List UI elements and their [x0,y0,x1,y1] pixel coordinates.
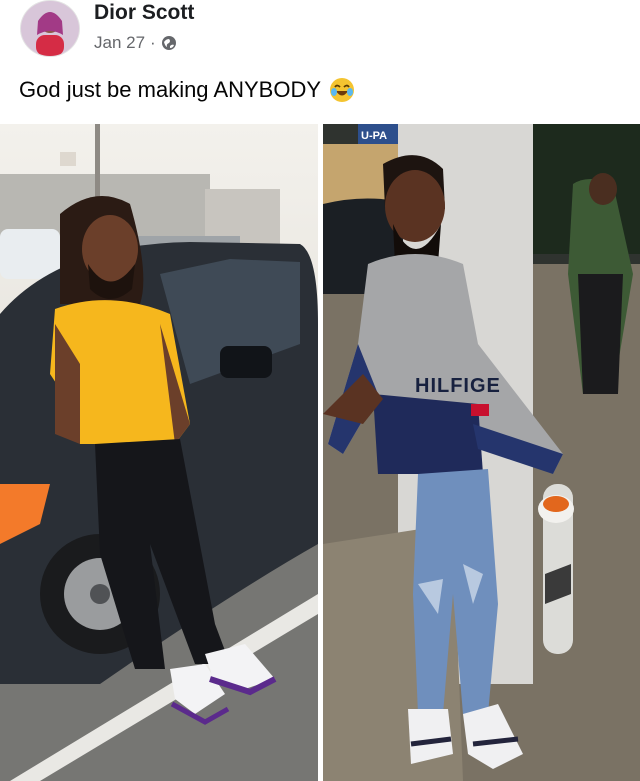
post-header: Dior Scott Jan 27 · [0,0,640,70]
post-text: God just be making ANYBODY [19,77,355,103]
avatar[interactable] [20,0,80,57]
photo-right[interactable]: U-PA HILFIGE [323,124,640,781]
post-date[interactable]: Jan 27 [94,33,145,53]
sign-text: U-PA [361,130,387,142]
photo-left[interactable] [0,124,318,781]
post-caption: God just be making ANYBODY [19,77,322,102]
meta-separator: · [150,33,156,52]
laughing-tears-emoji-icon [329,77,355,103]
author-name[interactable]: Dior Scott [94,1,194,25]
post-meta: Jan 27 · [94,33,177,53]
globe-icon[interactable] [161,35,177,51]
sweater-brand-text: HILFIGE [415,375,501,397]
